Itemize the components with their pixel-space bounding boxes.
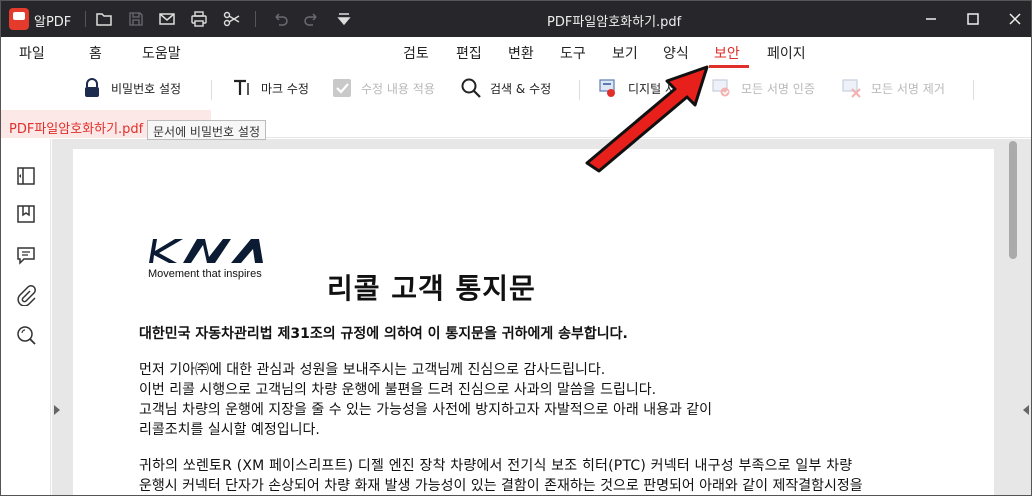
left-sidebar: [1, 139, 51, 495]
security-toolbar: 비밀번호 설정 마크 수정 수정 내용 적용 검색 & 수정 디지털 서 모든 …: [1, 68, 1031, 108]
menu-page[interactable]: 페이지: [767, 43, 806, 63]
annotation-arrow: [585, 65, 709, 173]
titlebar-divider: [85, 11, 86, 27]
menu-file[interactable]: 파일: [19, 43, 45, 63]
body-text-line: 운행시 커넥터 단자가 손상되어 차량 화재 발생 가능성이 있는 결함이 존재…: [139, 478, 863, 494]
document-subheading: 대한민국 자동차관리법 제31조의 규정에 의하여 이 통지문을 귀하에게 송부…: [139, 326, 628, 342]
lock-icon: [85, 78, 99, 97]
attachment-icon[interactable]: [15, 284, 37, 306]
titlebar-divider: [255, 11, 256, 27]
expand-panel-arrow-icon[interactable]: [1023, 405, 1029, 415]
kia-logo: [149, 239, 263, 263]
menu-home[interactable]: 홈: [89, 43, 102, 63]
search-edit-label: 검색 & 수정: [490, 81, 552, 96]
mail-icon[interactable]: [158, 10, 176, 28]
body-text-line: 귀하의 쏘렌토R (XM 페이스리프트) 디젤 엔진 장착 차량에서 전기식 보…: [139, 458, 853, 474]
logo-tagline: Movement that inspires: [148, 268, 262, 280]
app-name: 알PDF: [34, 15, 72, 30]
password-settings-label: 비밀번호 설정: [111, 81, 182, 96]
document-heading: 리콜 고객 통지문: [327, 272, 536, 305]
mark-edit-button[interactable]: 마크 수정: [231, 76, 309, 100]
save-icon[interactable]: [127, 10, 145, 28]
verify-all-label: 모든 서명 인증: [741, 81, 815, 96]
remove-signature-icon: [842, 79, 861, 98]
document-title: PDF파일암호화하기.pdf: [547, 15, 682, 30]
body-text-line: 고객님 차량의 운행에 지장을 줄 수 있는 가능성을 사전에 방지하고자 자발…: [139, 402, 713, 418]
document-tab-label: PDF파일암호화하기.pdf: [9, 122, 144, 137]
mark-edit-label: 마크 수정: [261, 81, 309, 96]
checkbox-icon: [333, 79, 351, 97]
menu-convert[interactable]: 변환: [508, 43, 534, 63]
apply-edits-label: 수정 내용 적용: [361, 81, 435, 96]
menu-edit[interactable]: 편집: [456, 43, 482, 63]
search-icon: [461, 78, 481, 98]
text-mark-icon: [234, 79, 249, 95]
close-icon[interactable]: [1003, 7, 1027, 31]
remove-all-signatures-button[interactable]: 모든 서명 제거: [841, 76, 945, 100]
scrollbar-thumb[interactable]: [1009, 141, 1017, 259]
toolbar-divider: [973, 80, 974, 100]
password-tooltip: 문서에 비밀번호 설정: [147, 120, 266, 140]
redo-icon[interactable]: [303, 10, 321, 28]
body-text-line: 리콜조치를 실시할 예정입니다.: [139, 422, 320, 438]
scissors-icon[interactable]: [223, 10, 241, 28]
comment-icon[interactable]: [15, 244, 37, 266]
body-text-line: 먼저 기아㈜에 대한 관심과 성원을 보내주시는 고객님께 진심으로 감사드립니…: [139, 362, 606, 378]
panel-icon[interactable]: [15, 165, 37, 187]
maximize-icon[interactable]: [961, 7, 985, 31]
bookmark-icon[interactable]: [15, 203, 37, 225]
undo-icon[interactable]: [271, 10, 289, 28]
minimize-icon[interactable]: [919, 7, 943, 31]
app-window: 알PDF PDF파일암호화하기.pdf 파일 홈 도움말 검토 편집 변환 도구…: [0, 0, 1032, 496]
collapse-sidebar-arrow-icon[interactable]: [54, 405, 60, 415]
verify-all-signatures-button[interactable]: 모든 서명 인증: [711, 76, 815, 100]
search-panel-icon[interactable]: [15, 324, 37, 346]
menu-help[interactable]: 도움말: [142, 43, 181, 63]
search-edit-button[interactable]: 검색 & 수정: [460, 76, 551, 100]
menu-bar: 파일 홈 도움말 검토 편집 변환 도구 보기 양식 보안 페이지: [1, 37, 1031, 67]
title-bar: 알PDF PDF파일암호화하기.pdf: [1, 1, 1031, 37]
remove-all-label: 모든 서명 제거: [871, 81, 945, 96]
app-logo-icon: [9, 8, 29, 30]
print-icon[interactable]: [190, 10, 208, 28]
toolbar-divider: [211, 80, 212, 100]
folder-icon[interactable]: [95, 10, 113, 28]
menu-review[interactable]: 검토: [403, 43, 429, 63]
apply-edits-button[interactable]: 수정 내용 적용: [331, 76, 435, 100]
password-settings-button[interactable]: 비밀번호 설정: [81, 76, 181, 100]
body-text-line: 이번 리콜 시행으로 고객님의 차량 운행에 불편을 드려 진심으로 사과의 말…: [139, 382, 657, 398]
dropdown-icon[interactable]: [335, 10, 353, 28]
